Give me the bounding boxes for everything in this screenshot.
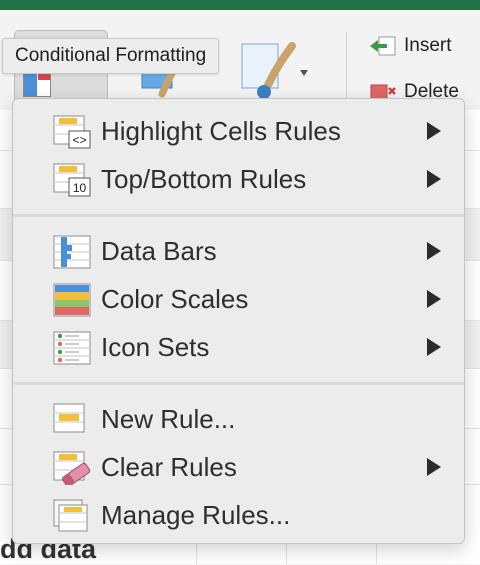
submenu-arrow-icon: [427, 290, 441, 308]
ribbon-separator: [346, 32, 347, 106]
menu-item-data-bars[interactable]: Data Bars: [13, 227, 464, 275]
menu-item-icon-sets[interactable]: Icon Sets: [13, 323, 464, 371]
menu-item-label: Color Scales: [101, 284, 249, 314]
color-scales-icon: [53, 283, 91, 317]
menu-separator: [13, 382, 464, 385]
submenu-arrow-icon: [427, 458, 441, 476]
insert-label: Insert: [404, 35, 452, 56]
menu-item-label: New Rule...: [101, 404, 236, 434]
menu-item-label: Data Bars: [101, 236, 217, 266]
top-bottom-badge-text: 10: [73, 181, 87, 195]
cell-styles-icon[interactable]: [240, 40, 310, 100]
menu-item-color-scales[interactable]: Color Scales: [13, 275, 464, 323]
menu-item-label: Icon Sets: [101, 332, 210, 362]
new-rule-icon: [53, 403, 85, 433]
conditional-formatting-menu: <> Highlight Cells Rules 10 Top/Bottom R…: [12, 98, 465, 544]
menu-item-new-rule[interactable]: New Rule...: [13, 395, 464, 443]
menu-item-manage-rules[interactable]: Manage Rules...: [13, 491, 464, 539]
menu-item-label: Highlight Cells Rules: [101, 116, 341, 146]
menu-item-top-bottom-rules[interactable]: 10 Top/Bottom Rules: [13, 155, 464, 203]
menu-item-label: Clear Rules: [101, 452, 237, 482]
menu-item-label: Manage Rules...: [101, 500, 291, 530]
top-bottom-icon: 10: [53, 163, 91, 197]
highlight-cells-icon: <>: [53, 115, 91, 149]
menu-item-clear-rules[interactable]: Clear Rules: [13, 443, 464, 491]
menu-item-label: Top/Bottom Rules: [101, 164, 307, 194]
submenu-arrow-icon: [427, 170, 441, 188]
submenu-arrow-icon: [427, 122, 441, 140]
clear-rules-icon: [53, 451, 91, 485]
menu-item-highlight-cells-rules[interactable]: <> Highlight Cells Rules: [13, 107, 464, 155]
icon-sets-icon: [53, 331, 91, 365]
insert-button[interactable]: Insert: [370, 32, 452, 60]
tooltip: Conditional Formatting: [2, 38, 220, 74]
manage-rules-icon: [53, 499, 88, 532]
highlight-badge-text: <>: [72, 133, 86, 147]
submenu-arrow-icon: [427, 242, 441, 260]
menu-separator: [13, 214, 464, 217]
title-bar-strip: [0, 0, 480, 10]
insert-cells-icon: [370, 36, 396, 56]
data-bars-icon: [53, 235, 91, 269]
submenu-arrow-icon: [427, 338, 441, 356]
